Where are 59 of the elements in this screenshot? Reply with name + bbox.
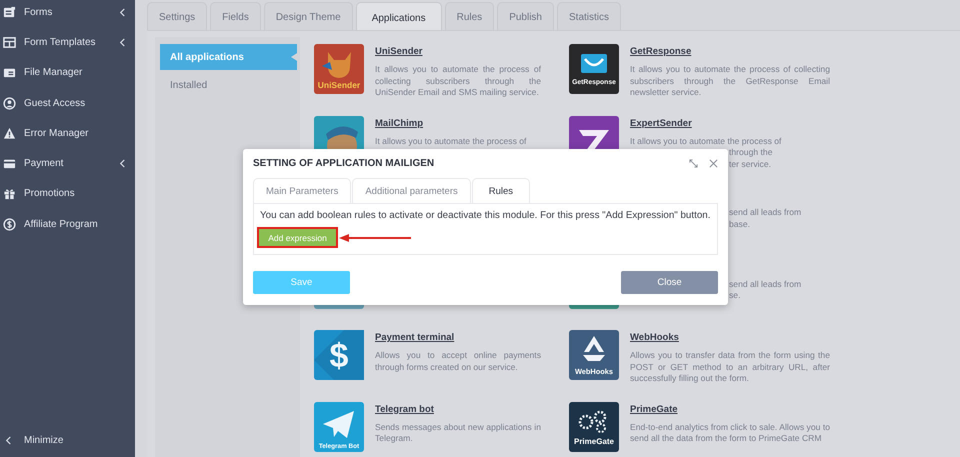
sidebar-label: File Manager [24,67,84,78]
sidebar-item[interactable]: Guest Access [0,88,135,118]
app-description: base. [729,218,750,230]
credit-card-icon [3,157,16,170]
app-description: Sends messages about new applications in Telegram. [375,422,541,445]
sidebar-label: Payment [24,158,64,170]
sidebar-label: Guest Access [24,98,86,109]
form-icon [3,6,16,19]
tab[interactable]: Additional parameters [352,178,471,203]
sidebar-label: Promotions [24,188,76,200]
app-title-link[interactable]: ExpertSender [630,118,830,132]
app-description: through the [729,147,772,159]
app-title-link[interactable]: MailChimp [375,118,541,132]
sidebar-item[interactable]: Affiliate Program [0,209,135,240]
app-description: It allows you to automate the process of [630,136,782,148]
app-title-link[interactable]: UniSender [375,46,541,60]
sidebar-item[interactable]: Promotions [0,178,135,210]
close-icon[interactable] [709,159,718,168]
tab[interactable]: Main Parameters [253,178,352,203]
app-description: It allows you to automate the process of collecting subscribers through the GetResponse Email newsletter service. [630,64,830,99]
app-logo: $ [314,330,364,380]
sidebar-item[interactable]: Forms [0,0,135,28]
app-title-link[interactable]: PrimeGate [630,404,830,418]
app-description: ter service. [729,158,772,170]
app-logo: PrimeGate [569,402,619,452]
sidebar-label: Forms [24,6,54,18]
app-description: It allows you to automate the process of [375,136,528,148]
app-description: send all leads from [729,278,802,290]
sidebar-item[interactable]: Error Manager [0,118,135,148]
tab[interactable]: Applications [356,2,442,33]
card-icon [3,66,16,80]
user-icon [3,96,16,110]
sidebar-item[interactable]: Payment [0,148,135,179]
app-description: End-to-end analytics from click to sale. Allows you to send all the data from the form to PrimeGate CRM [630,422,830,445]
sidebar-item[interactable]: Form Templates [0,27,135,58]
sidebar-label: Affiliate Program [24,218,99,230]
chevron-icon [5,436,12,446]
sidebar-item[interactable]: File Manager [0,58,135,88]
minimize-button[interactable]: Minimize [0,426,135,456]
app-description: It allows you to automate the process of collecting subscribers through the UniSender Email and SMS mailing service. [375,64,541,99]
layout-icon [3,36,16,49]
dialog-title: SETTING OF APPLICATION MAILIGEN [253,158,436,169]
dollar-icon [3,218,16,231]
warning-icon [3,126,16,140]
app-title-link[interactable]: Payment terminal [375,332,541,346]
app-title-link[interactable]: WebHooks [630,332,830,346]
gift-icon [3,187,16,200]
sidebar-label: Form Templates [24,36,97,48]
app-title-link[interactable]: GetResponse [630,46,830,60]
rules-message: You can add boolean rules to activate or deactivate this module. For this press "Add Expression" button. [260,210,711,221]
app-description: send all leads from [729,207,802,219]
app-description: Allows you to accept online payments through forms created on our service. [375,350,541,374]
app-description: Allows you to transfer data from the form using the POST or GET method to an arbitrary URL, after successfully filling out the form. [630,350,830,385]
tab[interactable]: Rules [472,178,530,203]
sidebar-label: Error Manager [24,128,90,139]
expand-icon[interactable] [689,159,698,168]
app-description: se. [729,290,740,302]
app-logo: UniSender [314,44,364,94]
app-title-link[interactable]: Telegram bot [375,404,541,418]
